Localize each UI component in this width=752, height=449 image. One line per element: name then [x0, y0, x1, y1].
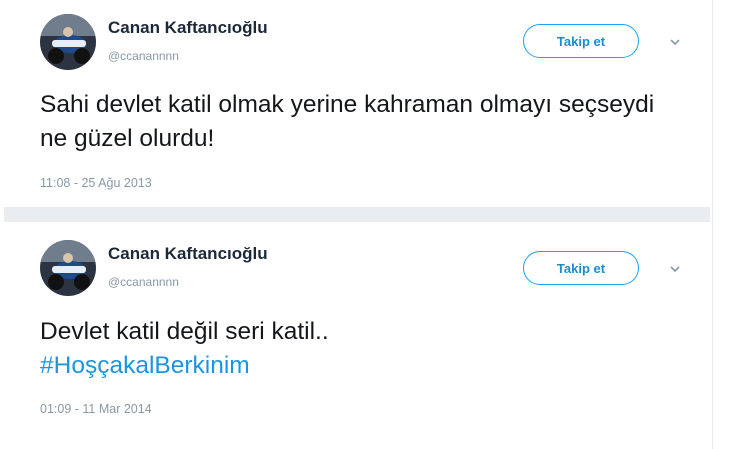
display-name[interactable]: Canan Kaftancıoğlu: [108, 18, 268, 38]
display-name[interactable]: Canan Kaftancıoğlu: [108, 244, 268, 264]
follow-button[interactable]: Takip et: [523, 251, 639, 285]
avatar[interactable]: [40, 14, 96, 70]
tweet-text: Devlet katil değil seri katil.. #Hoşçaka…: [40, 315, 680, 383]
chevron-down-icon[interactable]: [667, 34, 683, 50]
avatar[interactable]: [40, 240, 96, 296]
follow-button[interactable]: Takip et: [523, 24, 639, 58]
tweet-timestamp[interactable]: 11:08 - 25 Ağu 2013: [40, 176, 152, 190]
user-handle[interactable]: @ccanannnn: [108, 49, 179, 63]
chevron-down-icon[interactable]: [667, 261, 683, 277]
tweet-text-body: Sahi devlet katil olmak yerine kahraman …: [40, 91, 655, 152]
tweet-card: Canan Kaftancıoğlu @ccanannnn Takip et D…: [4, 222, 710, 432]
right-frame: [712, 0, 752, 449]
user-handle[interactable]: @ccanannnn: [108, 275, 179, 289]
hashtag-link[interactable]: #HoşçakalBerkinim: [40, 349, 680, 383]
tweet-card: Canan Kaftancıoğlu @ccanannnn Takip et S…: [4, 0, 710, 207]
tweet-timestamp[interactable]: 01:09 - 11 Mar 2014: [40, 402, 152, 416]
tweet-text: Sahi devlet katil olmak yerine kahraman …: [40, 88, 680, 156]
tweet-separator: [4, 207, 710, 222]
tweet-text-body: Devlet katil değil seri katil..: [40, 318, 329, 345]
